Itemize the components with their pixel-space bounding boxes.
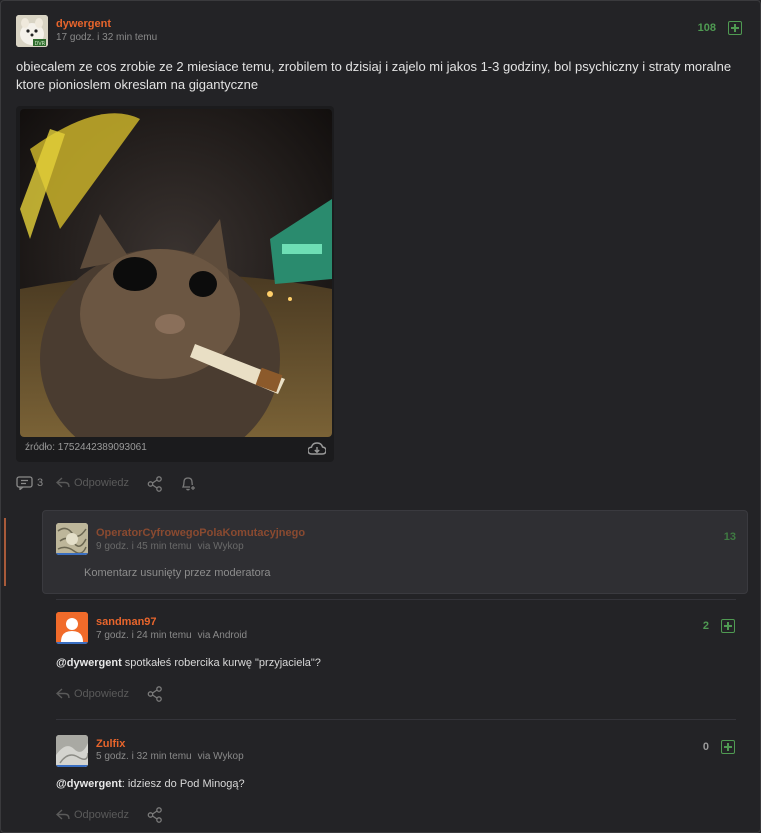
post-body-text: obiecalem ze cos zrobie ze 2 miesiace te… <box>16 59 732 92</box>
comment3-reply-button[interactable]: Odpowiedz <box>56 809 129 821</box>
comment1-vote-count: 13 <box>723 531 736 543</box>
post-image[interactable] <box>20 109 332 437</box>
comment3-via: via Wykop <box>197 751 244 762</box>
scribble-avatar-icon <box>56 523 88 555</box>
comment3-author-name[interactable]: Zulfix <box>96 738 125 750</box>
comment-deleted <box>42 510 748 594</box>
comment-divider <box>56 599 736 600</box>
comment-divider <box>56 719 736 720</box>
photo-avatar-icon <box>56 735 88 767</box>
thread-indicator-line <box>4 518 6 586</box>
reply-icon <box>56 809 70 820</box>
comment2-upvote-button[interactable] <box>721 619 735 633</box>
comment1-author-avatar[interactable] <box>56 523 88 555</box>
post-reply-button[interactable]: Odpowiedz <box>56 477 129 489</box>
comment3-time[interactable]: 5 godz. i 32 min temu <box>96 751 192 762</box>
post-upvote-button[interactable] <box>728 21 742 35</box>
cat-photo-icon <box>20 109 332 437</box>
comment1-deleted-text: Komentarz usunięty przez moderatora <box>84 567 271 579</box>
comment2-body: @dywergent spotkałeś robercika kurwę "pr… <box>56 657 321 669</box>
comment2-reply-button[interactable]: Odpowiedz <box>56 688 129 700</box>
reply-icon <box>56 477 70 488</box>
post-vote-count: 108 <box>697 22 716 34</box>
comment2-author-name[interactable]: sandman97 <box>96 616 157 628</box>
comment1-author-name[interactable]: OperatorCyfrowegoPolaKomutacyjnego <box>96 527 305 539</box>
comments-count: 3 <box>37 477 44 489</box>
image-source-label: źródło: 1752442389093061 <box>25 442 147 453</box>
reply-icon <box>56 688 70 699</box>
comment2-author-avatar[interactable] <box>56 612 88 644</box>
comment2-text: spotkałeś robercika kurwę "przyjaciela"? <box>121 657 321 669</box>
cloud-download-icon[interactable] <box>308 442 326 456</box>
post-author-name[interactable]: dywergent <box>56 18 111 30</box>
comment1-meta: 9 godz. i 45 min temu via Wykop <box>96 541 244 552</box>
comments-count-button[interactable]: 3 <box>16 476 43 490</box>
post-author-avatar[interactable]: DVR <box>16 15 48 47</box>
comment3-share-icon[interactable] <box>147 807 163 823</box>
comment3-vote-count: 0 <box>702 741 709 753</box>
comment2-share-icon[interactable] <box>147 686 163 702</box>
comment2-vote-count: 2 <box>702 620 709 632</box>
post-image-embed: źródło: 1752442389093061 <box>16 106 334 462</box>
comment2-meta: 7 godz. i 24 min temu via Android <box>96 630 247 641</box>
comment2-time[interactable]: 7 godz. i 24 min temu <box>96 630 192 641</box>
comment3-meta: 5 godz. i 32 min temu via Wykop <box>96 751 244 762</box>
comment3-mention[interactable]: @dywergent <box>56 778 122 790</box>
share-icon[interactable] <box>147 476 163 492</box>
notification-bell-icon[interactable] <box>180 476 196 492</box>
comments-icon <box>16 476 33 490</box>
comment2-via: via Android <box>197 630 248 641</box>
comment3-upvote-button[interactable] <box>721 740 735 754</box>
comment2-mention[interactable]: @dywergent <box>56 657 122 669</box>
svg-text:DVR: DVR <box>35 41 46 47</box>
comment1-time[interactable]: 9 godz. i 45 min temu <box>96 541 192 552</box>
dog-avatar-icon: DVR <box>16 15 48 47</box>
comment2-reply-label: Odpowiedz <box>74 688 130 700</box>
comment3-reply-label: Odpowiedz <box>74 809 130 821</box>
comment1-via: via Wykop <box>197 541 244 552</box>
post-timestamp[interactable]: 17 godz. i 32 min temu <box>56 32 157 43</box>
post-reply-label: Odpowiedz <box>74 477 130 489</box>
comment3-body: @dywergent: idziesz do Pod Minogą? <box>56 778 245 790</box>
comment3-text: : idziesz do Pod Minogą? <box>121 778 245 790</box>
comment3-author-avatar[interactable] <box>56 735 88 767</box>
default-user-avatar-icon <box>56 612 88 644</box>
